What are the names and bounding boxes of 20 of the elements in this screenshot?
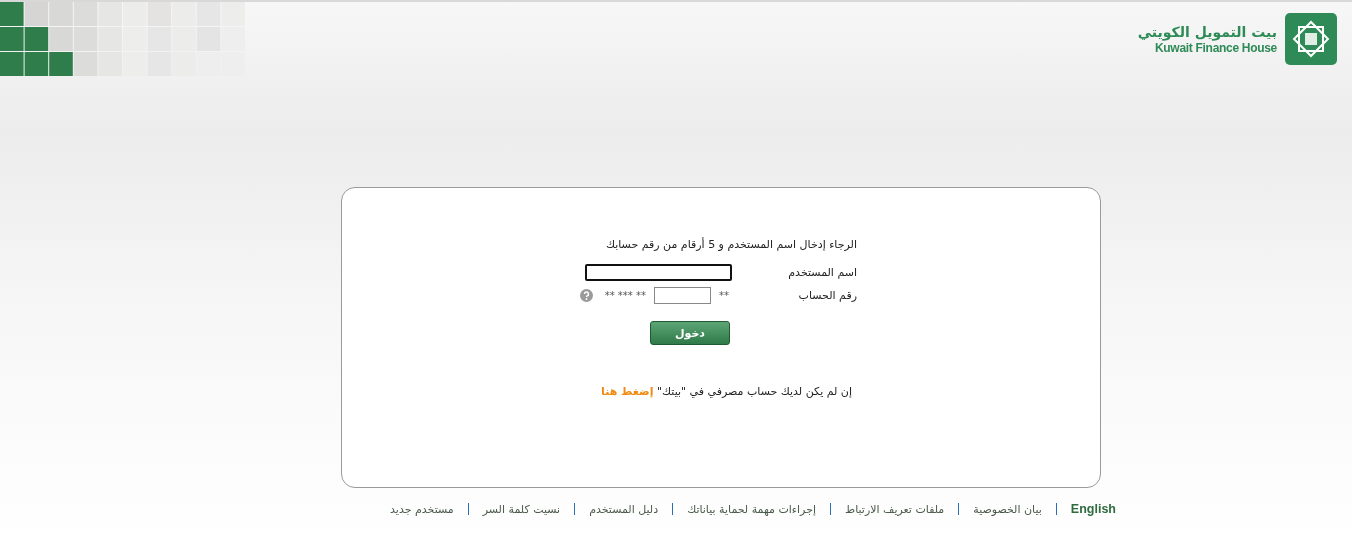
account-digits-field[interactable] [654, 287, 711, 304]
logo-arabic-name: بيت التمويل الكويتي [1137, 23, 1277, 41]
username-field[interactable] [585, 264, 732, 281]
footer-link[interactable]: مستخدم جديد [390, 502, 454, 516]
footer-link[interactable]: English [1070, 502, 1116, 516]
signup-text: إن لم يكن لديك حساب مصرفي في "بيتك" [657, 385, 852, 398]
masked-digits: ** [719, 290, 729, 301]
footer-link[interactable]: إجراءات مهمة لحماية بياناتك [687, 502, 816, 516]
footer-link[interactable]: نسيت كلمة السر [482, 502, 561, 516]
help-icon[interactable] [579, 289, 593, 302]
field-label: اسم المستخدم [787, 266, 857, 279]
login-button[interactable]: دخول [650, 321, 730, 345]
logo-english-name: Kuwait Finance House [1154, 41, 1277, 55]
footer-link[interactable]: بيان الخصوصية [973, 502, 1042, 516]
field-label: رقم الحساب [797, 289, 857, 302]
instruction-text: الرجاء إدخال اسم المستخدم و 5 أرقام من رقم حسابك [604, 238, 857, 251]
logo-emblem-icon [1285, 13, 1337, 65]
masked-digits: ** *** ** [604, 290, 646, 301]
footer-link[interactable]: ملفات تعريف الارتباط [845, 502, 945, 516]
footer-link[interactable]: دليل المستخدم [589, 502, 659, 516]
